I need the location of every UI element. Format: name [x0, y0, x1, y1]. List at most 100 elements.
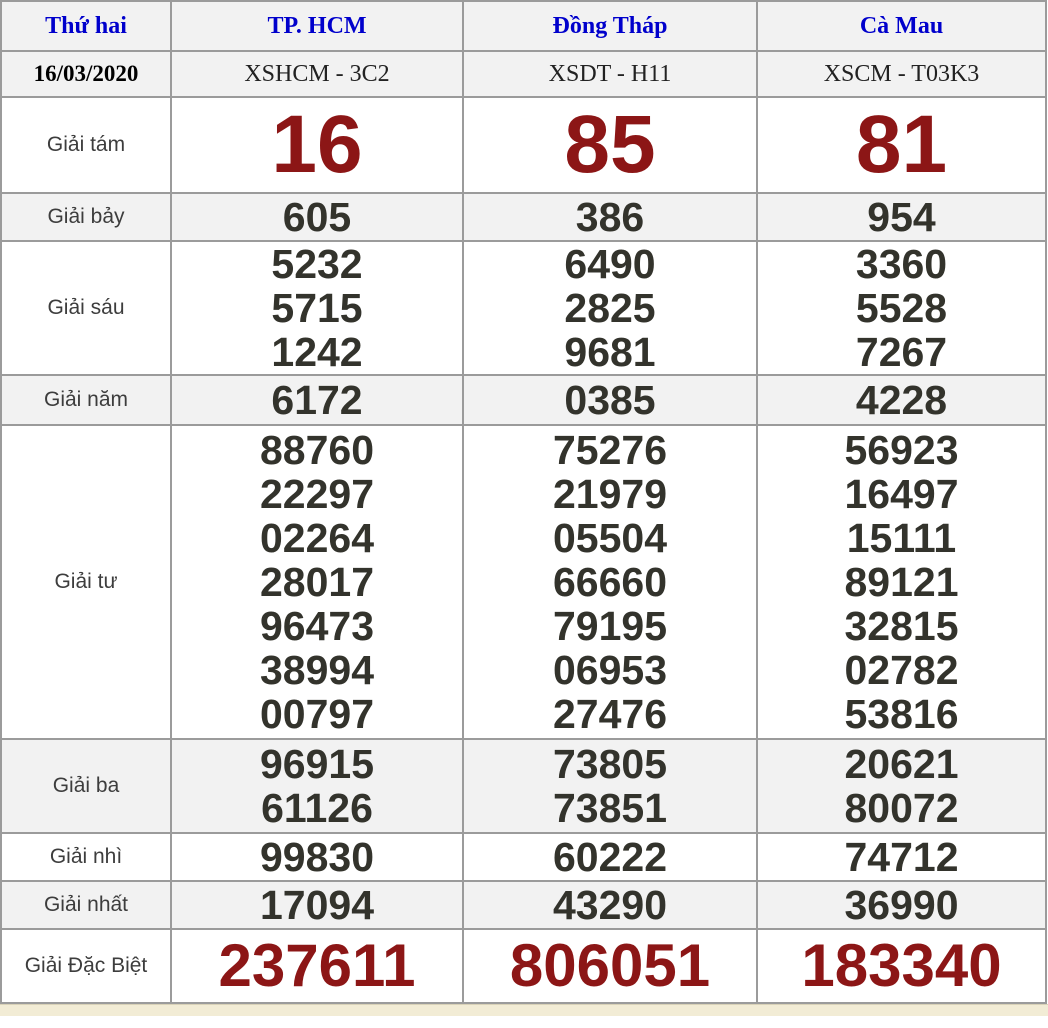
prize-number: 28017	[172, 560, 462, 604]
prize-number: 15111	[758, 516, 1045, 560]
prize-number: 5528	[758, 286, 1045, 330]
region-header-row: Thứ hai TP. HCM Đồng Tháp Cà Mau	[1, 1, 1046, 51]
prize-values-cell: 9691561126	[171, 739, 463, 833]
draw-code-tphcm: XSHCM - 3C2	[171, 51, 463, 97]
footer-strip	[0, 1004, 1048, 1016]
prize-values-cell: 36990	[757, 881, 1046, 929]
prize-number: 05504	[464, 516, 756, 560]
prize-label: Giải bảy	[1, 193, 171, 241]
prize-values-cell: 56923164971511189121328150278253816	[757, 425, 1046, 739]
prize-values-cell: 523257151242	[171, 241, 463, 375]
prize-values-cell: 183340	[757, 929, 1046, 1003]
prize-values-cell: 75276219790550466660791950695327476	[463, 425, 757, 739]
prize-row-1: Giải tám168581	[1, 97, 1046, 193]
prize-number: 73851	[464, 786, 756, 830]
prize-number: 0385	[464, 378, 756, 422]
prize-number: 80072	[758, 786, 1045, 830]
prize-row-4: Giải năm617203854228	[1, 375, 1046, 425]
prize-label: Giải năm	[1, 375, 171, 425]
prize-values-cell: 7380573851	[463, 739, 757, 833]
prize-number: 36990	[758, 883, 1045, 927]
prize-row-7: Giải nhì998306022274712	[1, 833, 1046, 881]
prize-values-cell: 336055287267	[757, 241, 1046, 375]
prize-number: 17094	[172, 883, 462, 927]
prize-values-cell: 386	[463, 193, 757, 241]
prize-values-cell: 88760222970226428017964733899400797	[171, 425, 463, 739]
prize-number: 43290	[464, 883, 756, 927]
prize-row-8: Giải nhất170944329036990	[1, 881, 1046, 929]
prize-number: 02782	[758, 648, 1045, 692]
prize-number: 5715	[172, 286, 462, 330]
prize-row-5: Giải tư887602229702264280179647338994007…	[1, 425, 1046, 739]
prize-number: 73805	[464, 742, 756, 786]
region-header-camau: Cà Mau	[757, 1, 1046, 51]
lottery-results-table: Thứ hai TP. HCM Đồng Tháp Cà Mau 16/03/2…	[0, 0, 1047, 1004]
prize-values-cell: 2062180072	[757, 739, 1046, 833]
region-header-tphcm: TP. HCM	[171, 1, 463, 51]
prize-values-cell: 954	[757, 193, 1046, 241]
prize-number: 3360	[758, 242, 1045, 286]
prize-label: Giải nhất	[1, 881, 171, 929]
prize-label: Giải ba	[1, 739, 171, 833]
prize-number: 02264	[172, 516, 462, 560]
prize-row-2: Giải bảy605386954	[1, 193, 1046, 241]
prize-number: 66660	[464, 560, 756, 604]
prize-values-cell: 99830	[171, 833, 463, 881]
prize-number: 75276	[464, 428, 756, 472]
prize-number: 183340	[758, 931, 1045, 1001]
prize-label: Giải tư	[1, 425, 171, 739]
prize-values-cell: 237611	[171, 929, 463, 1003]
prize-number: 4228	[758, 378, 1045, 422]
prize-values-cell: 81	[757, 97, 1046, 193]
prize-number: 96915	[172, 742, 462, 786]
prize-number: 85	[464, 98, 756, 192]
prize-values-cell: 6172	[171, 375, 463, 425]
prize-number: 06953	[464, 648, 756, 692]
weekday-header: Thứ hai	[1, 1, 171, 51]
prize-values-cell: 17094	[171, 881, 463, 929]
prize-number: 2825	[464, 286, 756, 330]
prize-number: 79195	[464, 604, 756, 648]
prize-number: 96473	[172, 604, 462, 648]
prize-number: 53816	[758, 692, 1045, 736]
prize-number: 605	[172, 195, 462, 239]
prize-values-cell: 0385	[463, 375, 757, 425]
prize-row-6: Giải ba969156112673805738512062180072	[1, 739, 1046, 833]
region-header-dongthap: Đồng Tháp	[463, 1, 757, 51]
prize-values-cell: 43290	[463, 881, 757, 929]
draw-code-camau: XSCM - T03K3	[757, 51, 1046, 97]
prize-values-cell: 16	[171, 97, 463, 193]
prize-label: Giải nhì	[1, 833, 171, 881]
prize-number: 32815	[758, 604, 1045, 648]
prize-number: 56923	[758, 428, 1045, 472]
prize-values-cell: 649028259681	[463, 241, 757, 375]
prize-number: 89121	[758, 560, 1045, 604]
lottery-results-page: Thứ hai TP. HCM Đồng Tháp Cà Mau 16/03/2…	[0, 0, 1048, 1016]
prize-row-3: Giải sáu52325715124264902825968133605528…	[1, 241, 1046, 375]
prize-number: 1242	[172, 330, 462, 374]
prize-label: Giải tám	[1, 97, 171, 193]
prize-number: 81	[758, 98, 1045, 192]
prize-number: 16	[172, 98, 462, 192]
prize-number: 88760	[172, 428, 462, 472]
prize-number: 6172	[172, 378, 462, 422]
prize-values-cell: 85	[463, 97, 757, 193]
prize-number: 16497	[758, 472, 1045, 516]
prize-number: 237611	[172, 931, 462, 1001]
draw-code-row: 16/03/2020 XSHCM - 3C2 XSDT - H11 XSCM -…	[1, 51, 1046, 97]
prize-number: 806051	[464, 931, 756, 1001]
prize-number: 21979	[464, 472, 756, 516]
prize-row-9: Giải Đặc Biệt237611806051183340	[1, 929, 1046, 1003]
prize-label: Giải sáu	[1, 241, 171, 375]
prize-number: 20621	[758, 742, 1045, 786]
prize-number: 954	[758, 195, 1045, 239]
prize-number: 00797	[172, 692, 462, 736]
draw-code-dongthap: XSDT - H11	[463, 51, 757, 97]
prize-number: 7267	[758, 330, 1045, 374]
prize-number: 99830	[172, 835, 462, 879]
prize-number: 22297	[172, 472, 462, 516]
prize-number: 38994	[172, 648, 462, 692]
prize-label: Giải Đặc Biệt	[1, 929, 171, 1003]
prize-values-cell: 4228	[757, 375, 1046, 425]
prize-number: 5232	[172, 242, 462, 286]
